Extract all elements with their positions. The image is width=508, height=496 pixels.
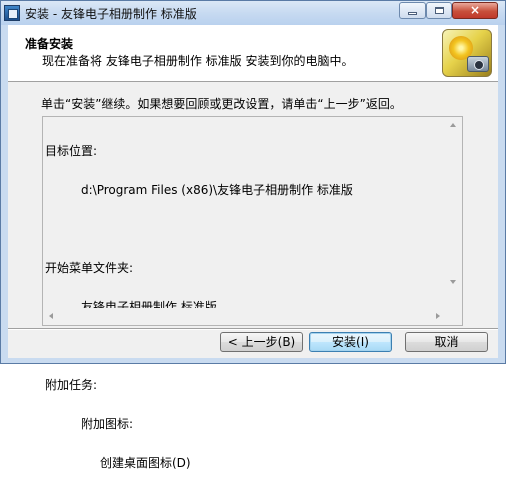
dest-label: 目标位置: (45, 144, 98, 158)
minimize-button[interactable] (399, 2, 426, 19)
sunflower-camera-icon (442, 29, 492, 77)
dest-value: d:\Program Files (x86)\友锋电子相册制作 标准版 (81, 183, 353, 197)
scroll-up-icon[interactable] (450, 123, 456, 127)
scroll-down-icon[interactable] (450, 280, 456, 284)
page-subtitle: 现在准备将 友锋电子相册制作 标准版 安装到你的电脑中。 (42, 54, 354, 68)
scroll-corner (445, 308, 462, 325)
tasks-label: 附加任务: (45, 378, 98, 392)
scroll-right-icon[interactable] (436, 313, 440, 319)
window-title: 安装 - 友锋电子相册制作 标准版 (25, 7, 197, 21)
horizontal-scrollbar[interactable] (43, 308, 446, 325)
tasks-item: 创建桌面图标(D) (100, 456, 191, 470)
vertical-scrollbar[interactable] (445, 117, 462, 290)
wizard-client-area: 准备安装 现在准备将 友锋电子相册制作 标准版 安装到你的电脑中。 单击“安装”… (8, 25, 498, 470)
close-icon: × (469, 3, 481, 17)
settings-summary-memo[interactable]: 目标位置: d:\Program Files (x86)\友锋电子相册制作 标准… (42, 116, 463, 470)
back-button[interactable]: < 上一步(B) (220, 332, 303, 352)
title-bar[interactable]: 安装 - 友锋电子相册制作 标准版 × (1, 1, 505, 25)
scroll-left-icon[interactable] (49, 313, 53, 319)
close-button[interactable]: × (452, 2, 498, 19)
tasks-group: 附加图标: (81, 417, 134, 431)
instruction-text: 单击“安装”继续。如果想要回顾或更改设置，请单击“上一步”返回。 (41, 97, 402, 111)
camera-icon (467, 56, 489, 72)
installer-window: 安装 - 友锋电子相册制作 标准版 × 准备安装 现在准备将 友锋电子相册制作 … (0, 0, 506, 470)
cancel-button[interactable]: 取消 (405, 332, 488, 352)
startmenu-label: 开始菜单文件夹: (45, 261, 134, 275)
install-button[interactable]: 安装(I) (309, 332, 392, 352)
maximize-button[interactable] (426, 2, 452, 19)
wizard-header: 准备安装 现在准备将 友锋电子相册制作 标准版 安装到你的电脑中。 (8, 25, 498, 82)
installer-app-icon (4, 5, 20, 21)
summary-text[interactable]: 目标位置: d:\Program Files (x86)\友锋电子相册制作 标准… (45, 119, 440, 470)
page-title: 准备安装 (25, 37, 74, 51)
footer-divider (8, 328, 498, 330)
